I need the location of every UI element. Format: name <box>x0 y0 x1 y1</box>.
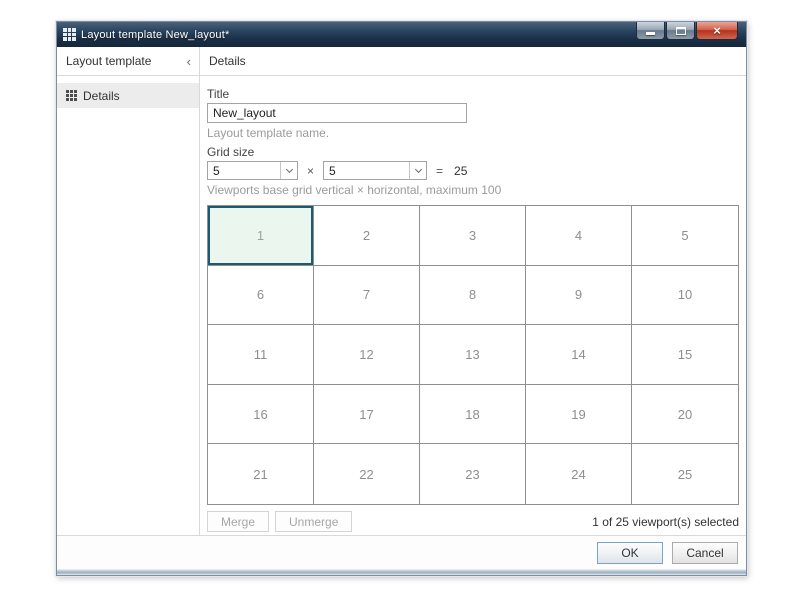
minimize-button[interactable] <box>636 22 665 40</box>
close-icon: × <box>713 24 721 37</box>
window-content: Layout template ‹ Details Details Title … <box>57 47 746 535</box>
chevron-down-icon <box>414 165 421 172</box>
title-input[interactable] <box>207 103 467 123</box>
vertical-size-dropdown-button[interactable] <box>280 162 297 179</box>
grid-icon <box>66 90 77 101</box>
viewport-cell-3[interactable]: 3 <box>420 206 526 266</box>
viewport-cell-17[interactable]: 17 <box>314 385 420 445</box>
merge-button[interactable]: Merge <box>207 511 269 532</box>
window-title: Layout template New_layout* <box>81 29 230 41</box>
viewport-cell-13[interactable]: 13 <box>420 325 526 385</box>
viewport-cell-19[interactable]: 19 <box>526 385 632 445</box>
viewport-cell-10[interactable]: 10 <box>632 266 738 326</box>
viewport-cell-5[interactable]: 5 <box>632 206 738 266</box>
grid-size-hint: Viewports base grid vertical × horizonta… <box>207 183 739 197</box>
sidebar-title: Layout template <box>66 54 151 68</box>
viewport-grid: 1234567891011121314151617181920212223242… <box>207 205 739 505</box>
equals-sign: = <box>436 164 443 178</box>
window-frame-bottom <box>57 569 746 575</box>
ok-button[interactable]: OK <box>597 542 663 564</box>
viewport-cell-22[interactable]: 22 <box>314 444 420 504</box>
minimize-icon <box>646 32 655 35</box>
viewport-cell-11[interactable]: 11 <box>208 325 314 385</box>
dialog-footer: OK Cancel <box>57 535 746 569</box>
vertical-size-value: 5 <box>208 162 280 179</box>
unmerge-button[interactable]: Unmerge <box>275 511 352 532</box>
sidebar-item-details[interactable]: Details <box>57 83 199 108</box>
viewport-cell-2[interactable]: 2 <box>314 206 420 266</box>
viewport-cell-12[interactable]: 12 <box>314 325 420 385</box>
viewport-cell-7[interactable]: 7 <box>314 266 420 326</box>
sidebar: Layout template ‹ Details <box>57 47 200 535</box>
viewport-cell-25[interactable]: 25 <box>632 444 738 504</box>
viewport-cell-14[interactable]: 14 <box>526 325 632 385</box>
vertical-size-combobox[interactable]: 5 <box>207 161 298 180</box>
total-viewports: 25 <box>454 164 467 178</box>
title-hint: Layout template name. <box>207 126 739 140</box>
cancel-button[interactable]: Cancel <box>672 542 738 564</box>
multiply-sign: × <box>307 164 314 178</box>
viewport-cell-1[interactable]: 1 <box>208 206 314 266</box>
selection-status: 1 of 25 viewport(s) selected <box>592 515 739 529</box>
title-label: Title <box>207 88 739 101</box>
grid-app-icon <box>63 28 76 41</box>
viewport-cell-8[interactable]: 8 <box>420 266 526 326</box>
chevron-down-icon <box>285 165 292 172</box>
sidebar-header: Layout template ‹ <box>57 47 199 76</box>
viewport-cell-18[interactable]: 18 <box>420 385 526 445</box>
horizontal-size-dropdown-button[interactable] <box>409 162 426 179</box>
titlebar[interactable]: Layout template New_layout* × <box>57 22 746 47</box>
window-controls: × <box>635 22 738 40</box>
maximize-button[interactable] <box>666 22 695 40</box>
viewport-cell-9[interactable]: 9 <box>526 266 632 326</box>
maximize-icon <box>676 27 686 35</box>
viewport-cell-6[interactable]: 6 <box>208 266 314 326</box>
viewport-cell-23[interactable]: 23 <box>420 444 526 504</box>
horizontal-size-combobox[interactable]: 5 <box>323 161 427 180</box>
collapse-sidebar-icon[interactable]: ‹ <box>187 55 191 68</box>
grid-actions: Merge Unmerge 1 of 25 viewport(s) select… <box>207 511 739 532</box>
page-title: Details <box>200 47 746 76</box>
viewport-cell-24[interactable]: 24 <box>526 444 632 504</box>
viewport-cell-20[interactable]: 20 <box>632 385 738 445</box>
horizontal-size-value: 5 <box>324 162 409 179</box>
sidebar-item-label: Details <box>83 89 120 103</box>
viewport-cell-21[interactable]: 21 <box>208 444 314 504</box>
viewport-cell-4[interactable]: 4 <box>526 206 632 266</box>
viewport-cell-16[interactable]: 16 <box>208 385 314 445</box>
main-body: Title Layout template name. Grid size 5 … <box>200 76 746 535</box>
grid-size-controls: 5 × 5 = 25 <box>207 161 739 180</box>
grid-size-label: Grid size <box>207 146 739 159</box>
main-panel: Details Title Layout template name. Grid… <box>200 47 746 535</box>
viewport-cell-15[interactable]: 15 <box>632 325 738 385</box>
layout-template-window: Layout template New_layout* × Layout tem… <box>56 21 747 576</box>
close-button[interactable]: × <box>696 22 738 40</box>
